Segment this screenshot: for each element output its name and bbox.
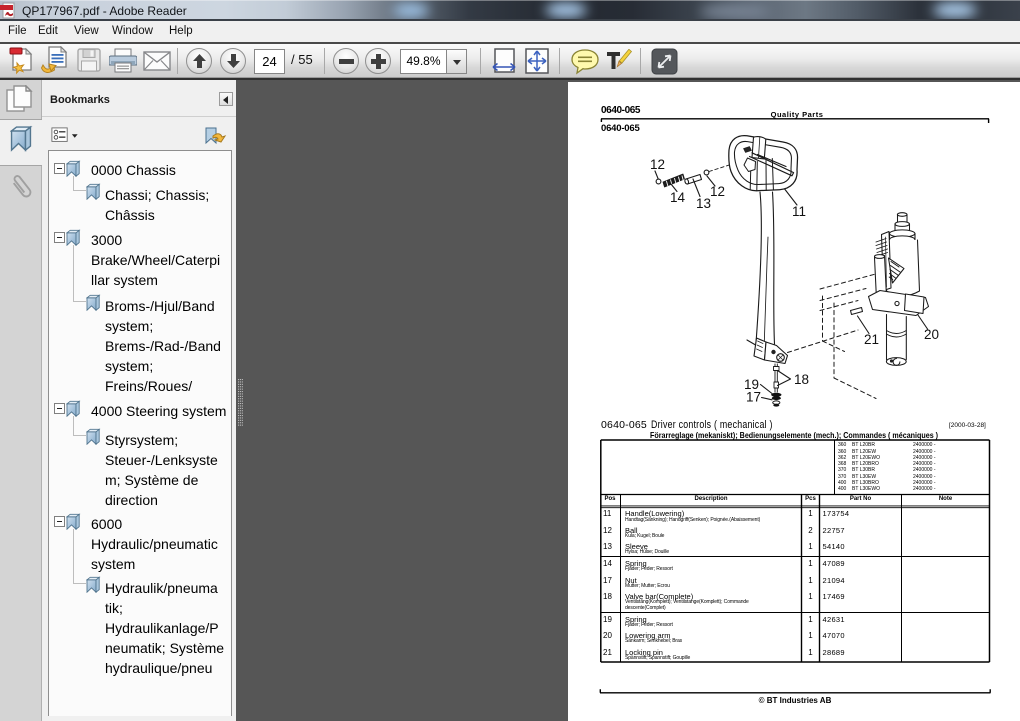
svg-text:13: 13 [696, 196, 711, 211]
svg-text:18: 18 [794, 372, 809, 387]
svg-text:11: 11 [792, 204, 806, 219]
svg-text:14: 14 [670, 190, 686, 205]
svg-text:17: 17 [746, 390, 761, 405]
svg-text:20: 20 [924, 327, 939, 342]
svg-text:12: 12 [650, 157, 665, 172]
svg-text:12: 12 [710, 184, 725, 199]
svg-text:21: 21 [864, 332, 879, 347]
